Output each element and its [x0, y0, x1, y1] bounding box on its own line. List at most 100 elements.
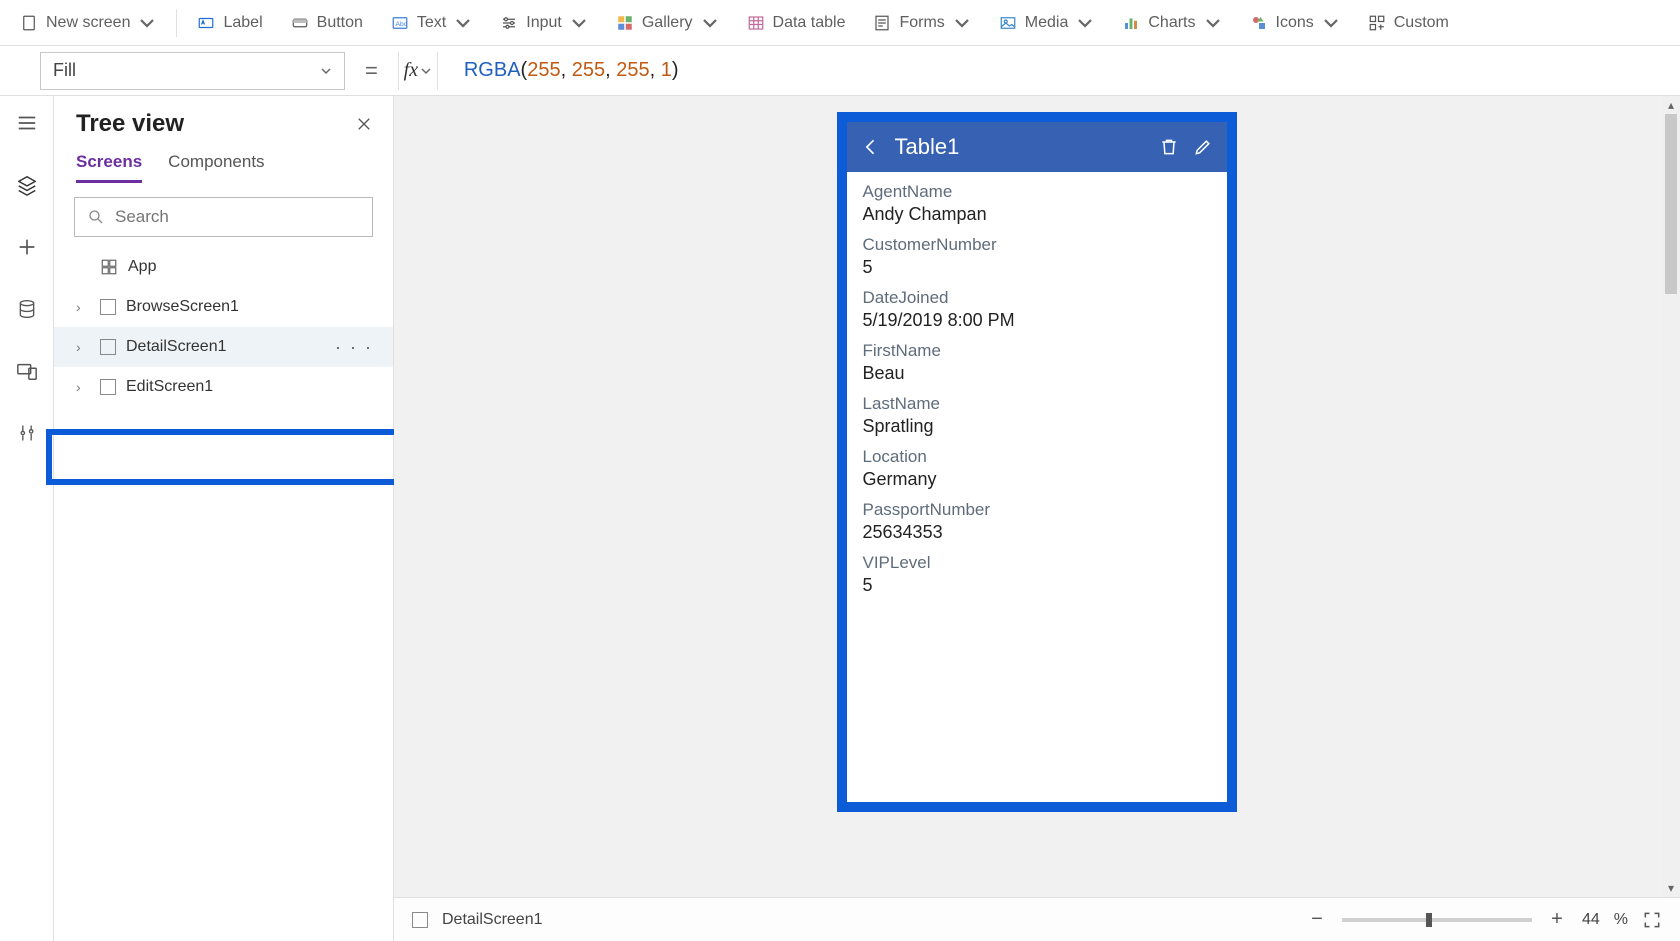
close-icon[interactable]	[355, 115, 373, 133]
insert-gallery-label: Gallery	[642, 14, 693, 32]
tool-icon	[17, 422, 37, 444]
new-screen-menu[interactable]: New screen	[8, 8, 168, 38]
field-value: 5	[863, 575, 1211, 596]
tree-tabs: Screens Components	[54, 144, 393, 183]
field-row: LocationGermany	[863, 447, 1211, 490]
scroll-down-icon[interactable]: ▾	[1662, 879, 1680, 897]
field-row: DateJoined5/19/2019 8:00 PM	[863, 288, 1211, 331]
fx-label: fx	[404, 59, 418, 82]
field-label: PassportNumber	[863, 500, 1211, 520]
hamburger-icon	[16, 112, 38, 134]
zoom-in-button[interactable]: +	[1546, 908, 1568, 931]
gallery-icon	[616, 14, 634, 32]
scroll-up-icon[interactable]: ▴	[1662, 96, 1680, 114]
property-dropdown[interactable]: Fill	[40, 52, 345, 90]
button-icon	[291, 14, 309, 32]
sliders-icon	[500, 14, 518, 32]
chevron-down-icon	[1076, 14, 1094, 32]
field-value: Andy Champan	[863, 204, 1211, 225]
screen-glyph-icon	[100, 379, 116, 395]
tree-node-label: DetailScreen1	[126, 338, 227, 356]
insert-forms-menu[interactable]: Forms	[861, 8, 982, 38]
media-rail-button[interactable]	[10, 354, 44, 388]
tools-rail-button[interactable]	[10, 416, 44, 450]
data-rail-button[interactable]	[10, 292, 44, 326]
tree-search[interactable]	[74, 197, 373, 237]
chevron-down-icon	[570, 14, 588, 32]
canvas-scrollbar[interactable]: ▴ ▾	[1662, 96, 1680, 897]
tree-node-browsescreen[interactable]: › BrowseScreen1	[54, 287, 393, 327]
field-label: Location	[863, 447, 1211, 467]
tab-screens[interactable]: Screens	[76, 152, 142, 183]
insert-text-menu[interactable]: Abc Text	[379, 8, 484, 38]
tree-node-app[interactable]: App	[54, 247, 393, 287]
insert-charts-menu[interactable]: Charts	[1110, 8, 1233, 38]
search-icon	[87, 208, 105, 226]
insert-datatable-button[interactable]: Data table	[735, 8, 858, 38]
insert-media-menu[interactable]: Media	[987, 8, 1107, 38]
back-icon[interactable]	[861, 137, 881, 157]
field-label: DateJoined	[863, 288, 1211, 308]
expand-icon[interactable]: ›	[76, 379, 90, 395]
zoom-percent: %	[1614, 911, 1628, 929]
detail-form: AgentNameAndy Champan CustomerNumber5 Da…	[847, 172, 1227, 802]
tree-node-label: EditScreen1	[126, 378, 213, 396]
field-value: 5/19/2019 8:00 PM	[863, 310, 1211, 331]
insert-gallery-menu[interactable]: Gallery	[604, 8, 731, 38]
more-menu-icon[interactable]: · · ·	[335, 337, 373, 358]
chevron-down-icon	[138, 14, 156, 32]
fit-screen-icon[interactable]	[1642, 910, 1662, 930]
main-area: Tree view Screens Components App › Brows…	[0, 96, 1680, 941]
insert-button-button[interactable]: Button	[279, 8, 375, 38]
insert-icons-menu[interactable]: Icons	[1238, 8, 1352, 38]
field-row: VIPLevel5	[863, 553, 1211, 596]
insert-input-menu[interactable]: Input	[488, 8, 600, 38]
field-value: Beau	[863, 363, 1211, 384]
status-bar: DetailScreen1 − + 44 %	[394, 897, 1680, 941]
screen-icon	[20, 14, 38, 32]
insert-media-label: Media	[1025, 14, 1069, 32]
edit-icon[interactable]	[1193, 137, 1213, 157]
insert-custom-menu[interactable]: Custom	[1356, 8, 1461, 38]
insert-label-text: Label	[223, 14, 262, 32]
tree-search-input[interactable]	[115, 207, 360, 227]
phone-title: Table1	[895, 134, 960, 160]
text-icon: Abc	[391, 14, 409, 32]
zoom-thumb[interactable]	[1426, 913, 1432, 927]
insert-datatable-label: Data table	[773, 14, 846, 32]
table-icon	[747, 14, 765, 32]
svg-text:Abc: Abc	[395, 21, 407, 28]
field-row: CustomerNumber5	[863, 235, 1211, 278]
expand-icon[interactable]: ›	[76, 339, 90, 355]
property-name: Fill	[53, 60, 76, 81]
chevron-down-icon	[953, 14, 971, 32]
grid-plus-icon	[1368, 14, 1386, 32]
tree-node-detailscreen[interactable]: › DetailScreen1 · · ·	[54, 327, 393, 367]
hamburger-button[interactable]	[10, 106, 44, 140]
fx-button[interactable]: fx	[398, 52, 438, 90]
tree-node-editscreen[interactable]: › EditScreen1	[54, 367, 393, 407]
chevron-down-icon	[1204, 14, 1222, 32]
insert-rail-button[interactable]	[10, 230, 44, 264]
tree-node-app-label: App	[128, 258, 156, 276]
field-row: LastNameSpratling	[863, 394, 1211, 437]
field-row: AgentNameAndy Champan	[863, 182, 1211, 225]
field-label: LastName	[863, 394, 1211, 414]
field-label: AgentName	[863, 182, 1211, 202]
status-screen-name: DetailScreen1	[442, 911, 543, 929]
zoom-out-button[interactable]: −	[1306, 908, 1328, 931]
insert-label-button[interactable]: Label	[185, 8, 274, 38]
chart-icon	[1122, 14, 1140, 32]
expand-icon[interactable]: ›	[76, 299, 90, 315]
zoom-slider[interactable]	[1342, 918, 1532, 922]
trash-icon[interactable]	[1159, 136, 1179, 158]
scrollbar-thumb[interactable]	[1665, 114, 1677, 294]
tree-view-rail-button[interactable]	[10, 168, 44, 202]
field-value: Spratling	[863, 416, 1211, 437]
field-row: PassportNumber25634353	[863, 500, 1211, 543]
field-label: CustomerNumber	[863, 235, 1211, 255]
image-icon	[999, 14, 1017, 32]
formula-input[interactable]: RGBA(255, 255, 255, 1)	[452, 52, 1670, 90]
tab-components[interactable]: Components	[168, 152, 264, 183]
design-canvas[interactable]: Table1 AgentNameAndy Champan CustomerNum…	[394, 96, 1680, 941]
